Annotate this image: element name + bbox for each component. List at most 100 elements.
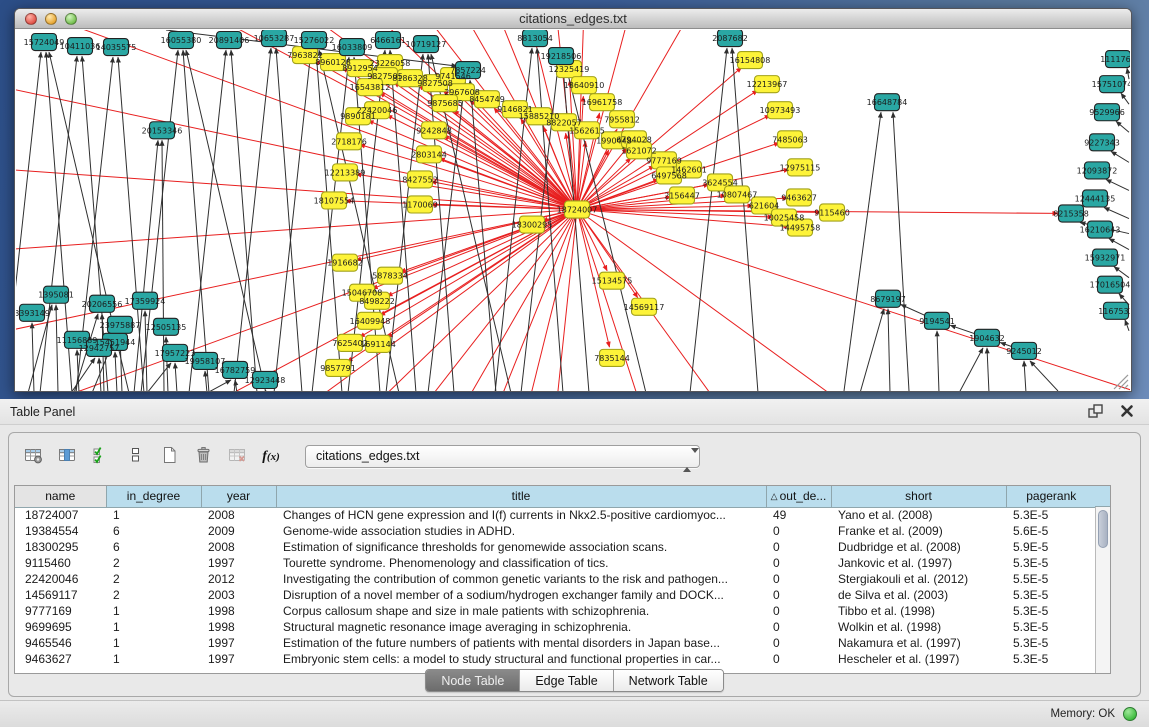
function-builder-icon[interactable]: f(x) (257, 444, 285, 468)
table-panel-body: f(x) citations_edges.txt namein_degreeye… (8, 432, 1141, 697)
svg-text:15751074: 15751074 (1092, 80, 1130, 89)
column-header-title[interactable]: title (276, 486, 766, 507)
svg-text:1916682: 1916682 (327, 259, 363, 268)
svg-text:17016504: 17016504 (1090, 281, 1130, 290)
table-body: 1872400712008Changes of HCN gene express… (15, 507, 1096, 667)
svg-text:9875685: 9875685 (427, 99, 463, 108)
column-header-year[interactable]: year (201, 486, 276, 507)
table-row[interactable]: 1938455462009Genome-wide association stu… (15, 523, 1096, 539)
row-height-icon[interactable] (121, 444, 149, 468)
memory-status-led (1123, 707, 1137, 721)
table-settings-icon[interactable] (19, 444, 47, 468)
column-header-short[interactable]: short (831, 486, 1006, 507)
remove-table-icon (223, 444, 251, 468)
svg-text:9463627: 9463627 (781, 193, 817, 202)
svg-text:16055380: 16055380 (161, 36, 202, 45)
svg-text:10653287: 10653287 (254, 34, 295, 43)
table-row[interactable]: 2242004622012Investigating the contribut… (15, 571, 1096, 587)
float-panel-icon[interactable] (1087, 404, 1104, 421)
svg-text:8454749: 8454749 (469, 95, 505, 104)
svg-text:8427552: 8427552 (402, 175, 438, 184)
svg-text:12923448: 12923448 (245, 376, 286, 385)
table-header-row: namein_degreeyeartitle△out_de...shortpag… (15, 486, 1096, 507)
column-header-in_degree[interactable]: in_degree (106, 486, 201, 507)
svg-text:9115460: 9115460 (814, 209, 850, 218)
svg-text:12213389: 12213389 (325, 168, 366, 177)
svg-text:9777169: 9777169 (646, 156, 682, 165)
select-stepper-icon (683, 450, 692, 471)
table-row[interactable]: 911546021997Tourette syndrome. Phenomeno… (15, 555, 1096, 571)
svg-text:6794028: 6794028 (616, 135, 652, 144)
svg-text:7955812: 7955812 (604, 115, 640, 124)
table-vertical-scrollbar[interactable] (1095, 507, 1110, 673)
network-window: citations_edges.txt 18724007183002957963… (14, 8, 1132, 392)
svg-text:9227343: 9227343 (1084, 138, 1120, 147)
svg-text:8215358: 8215358 (1053, 210, 1089, 219)
table-row[interactable]: 946362711997Embryonic stem cells: a mode… (15, 651, 1096, 667)
scrollbar-thumb[interactable] (1098, 510, 1108, 548)
table-toolbar: f(x) citations_edges.txt (19, 442, 700, 470)
table-tabbar: Node TableEdge TableNetwork Table (9, 669, 1140, 692)
new-table-icon[interactable] (155, 444, 183, 468)
table-row[interactable]: 969969511998Structural magnetic resonanc… (15, 619, 1096, 635)
column-header-name[interactable]: name (15, 486, 106, 507)
tab-network-table[interactable]: Network Table (613, 670, 723, 691)
svg-text:1621072: 1621072 (621, 146, 657, 155)
svg-text:6466161: 6466161 (370, 36, 406, 45)
select-all-rows-icon[interactable] (87, 444, 115, 468)
svg-text:2718176: 2718176 (331, 137, 367, 146)
svg-text:12942757: 12942757 (79, 344, 120, 353)
svg-text:2156447: 2156447 (664, 191, 700, 200)
svg-text:10973493: 10973493 (760, 106, 801, 115)
svg-text:23226058: 23226058 (370, 59, 411, 68)
svg-text:1395081: 1395081 (38, 291, 74, 300)
table-row[interactable]: 1872400712008Changes of HCN gene express… (15, 507, 1096, 523)
svg-text:15134575: 15134575 (592, 277, 633, 286)
svg-text:1462601: 1462601 (671, 165, 707, 174)
svg-text:18300295: 18300295 (512, 221, 553, 230)
cytoscape-desktop: citations_edges.txt 18724007183002957963… (0, 0, 1149, 399)
svg-text:1562615: 1562615 (569, 126, 605, 135)
tab-node-table[interactable]: Node Table (426, 670, 519, 691)
svg-text:18724007: 18724007 (557, 205, 598, 214)
svg-text:19958107: 19958107 (185, 357, 226, 366)
tab-edge-table[interactable]: Edge Table (519, 670, 612, 691)
svg-text:1167533: 1167533 (1098, 307, 1130, 316)
table-row[interactable]: 1830029562008Estimation of significance … (15, 539, 1096, 555)
table-row[interactable]: 1456911722003Disruption of a novel membe… (15, 587, 1096, 603)
network-canvas[interactable]: 1872400718300295796382289601288912954232… (16, 30, 1130, 391)
minimize-window-button[interactable] (45, 13, 57, 25)
svg-text:10025458: 10025458 (764, 214, 805, 223)
network-table-select-value: citations_edges.txt (316, 449, 420, 463)
select-columns-icon[interactable] (53, 444, 81, 468)
memory-status-label: Memory: OK (1050, 708, 1115, 720)
table-tabs-segmented-control: Node TableEdge TableNetwork Table (425, 669, 723, 692)
table-row[interactable]: 946554611997Estimation of the future num… (15, 635, 1096, 651)
svg-text:14569117: 14569117 (624, 303, 665, 312)
svg-text:9242848: 9242848 (416, 126, 452, 135)
close-window-button[interactable] (25, 13, 37, 25)
svg-text:9529966: 9529966 (1089, 108, 1125, 117)
svg-text:12213967: 12213967 (747, 80, 788, 89)
table-panel-header: Table Panel (0, 399, 1149, 425)
network-window-titlebar[interactable]: citations_edges.txt (15, 9, 1131, 29)
svg-text:621604: 621604 (749, 201, 780, 210)
svg-text:20206556: 20206556 (82, 300, 123, 309)
svg-text:16210643: 16210643 (1080, 226, 1121, 235)
close-panel-icon[interactable] (1118, 404, 1135, 421)
table-row[interactable]: 977716911998Corpus callosum shape and si… (15, 603, 1096, 619)
svg-text:3624554: 3624554 (702, 178, 738, 187)
column-header-pagerank[interactable]: pagerank (1006, 486, 1096, 507)
svg-text:7485063: 7485063 (772, 135, 808, 144)
svg-text:12444135: 12444135 (1075, 194, 1116, 203)
column-header-out_de[interactable]: △out_de... (766, 486, 831, 507)
svg-text:12975115: 12975115 (780, 163, 821, 172)
network-table-select[interactable]: citations_edges.txt (305, 445, 700, 468)
svg-text:17359924: 17359924 (125, 297, 166, 306)
zoom-window-button[interactable] (65, 13, 77, 25)
svg-text:7835144: 7835144 (594, 354, 630, 363)
svg-text:9857791: 9857791 (320, 364, 356, 373)
svg-text:23975887: 23975887 (100, 321, 141, 330)
delete-table-icon[interactable] (189, 444, 217, 468)
table-panel-title: Table Panel (0, 399, 1149, 425)
